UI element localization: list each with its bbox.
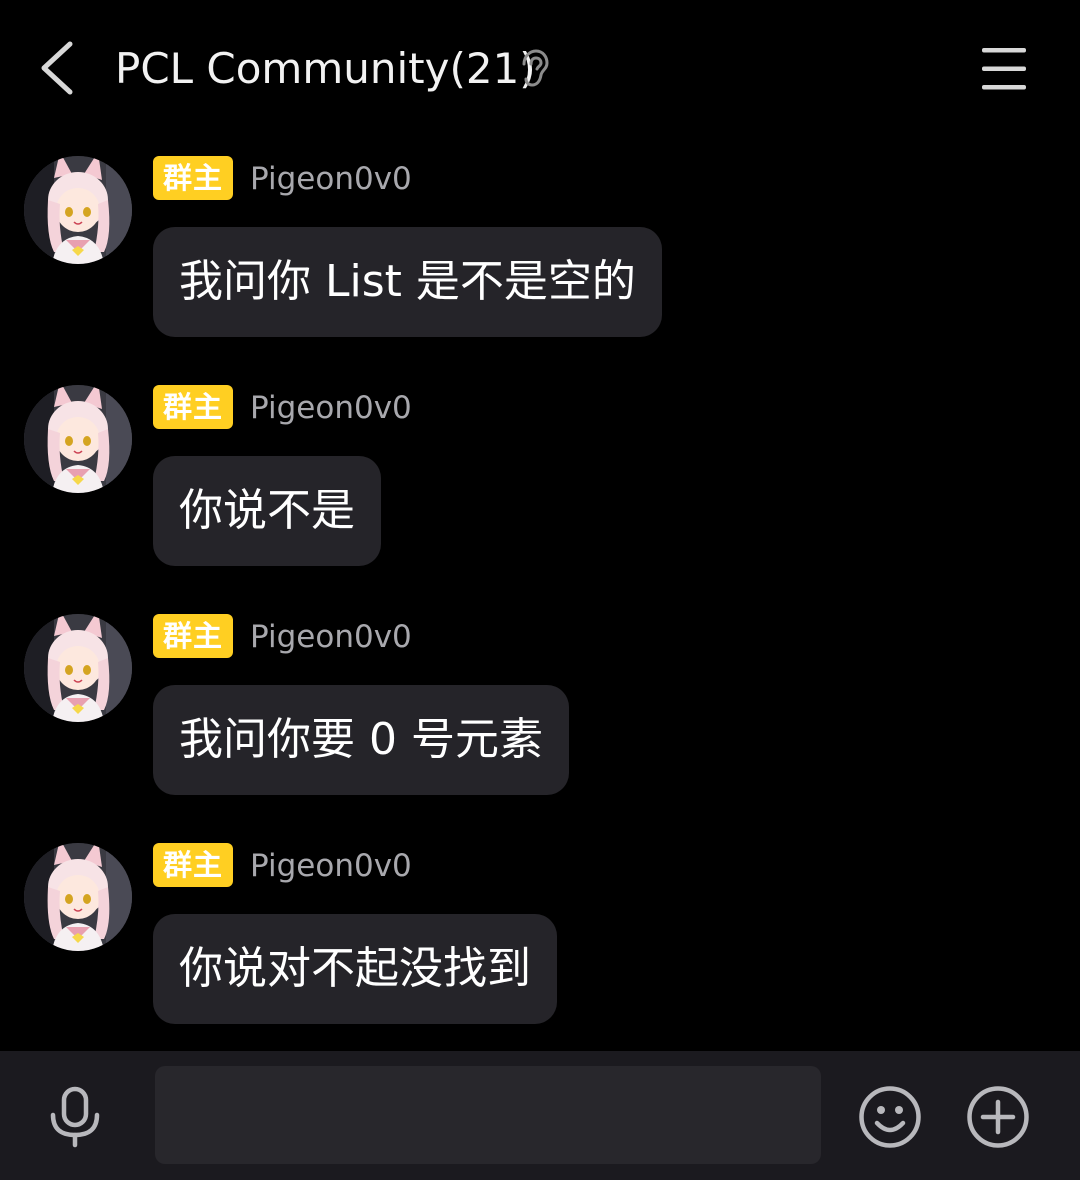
owner-badge: 群主 [153,843,234,887]
more-button[interactable] [966,1085,1030,1149]
owner-badge: 群主 [153,614,234,658]
chat-title[interactable]: PCL Community(21) [115,40,536,98]
message-bubble[interactable]: 你说对不起没找到 [153,914,557,1024]
sender-name[interactable]: Pigeon0v0 [250,616,412,658]
sender-name[interactable]: Pigeon0v0 [250,158,412,200]
avatar[interactable] [24,843,132,951]
menu-button[interactable] [974,44,1034,94]
microphone-icon [50,1086,100,1148]
avatar[interactable] [24,385,132,493]
owner-badge: 群主 [153,156,234,200]
message-bubble[interactable]: 我问你要 0 号元素 [153,685,569,795]
message-input[interactable] [155,1066,821,1164]
back-button[interactable] [30,36,90,100]
emoji-button[interactable] [858,1085,922,1149]
chevron-left-icon [41,41,73,95]
smiley-icon [859,1086,921,1148]
ear-icon [514,48,554,88]
hamburger-menu-icon [982,48,1026,90]
owner-badge: 群主 [153,385,234,429]
message-bubble[interactable]: 你说不是 [153,456,381,566]
message-bubble[interactable]: 我问你 List 是不是空的 [153,227,662,337]
sender-name[interactable]: Pigeon0v0 [250,845,412,887]
sender-name[interactable]: Pigeon0v0 [250,387,412,429]
input-bar [0,1051,1080,1180]
avatar[interactable] [24,614,132,722]
plus-circle-icon [967,1086,1029,1148]
chat-header: PCL Community(21) [0,0,1080,138]
avatar[interactable] [24,156,132,264]
voice-button[interactable] [44,1085,106,1149]
